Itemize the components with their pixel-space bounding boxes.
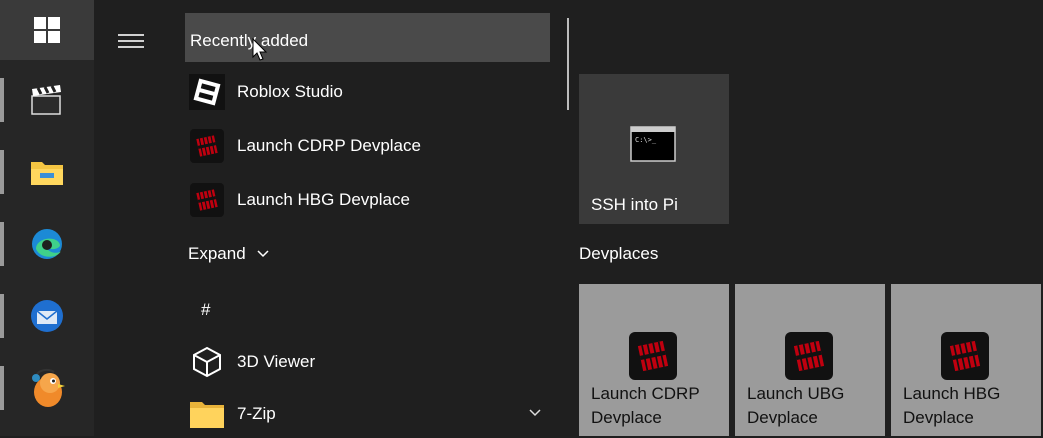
edge-browser-icon bbox=[32, 229, 62, 259]
tile-label-line1: Launch UBG bbox=[747, 384, 845, 403]
bird-app-icon bbox=[32, 368, 65, 407]
list-item-label: 7-Zip bbox=[237, 404, 276, 423]
taskbar bbox=[0, 0, 94, 436]
list-item-label: Roblox Studio bbox=[237, 82, 343, 101]
running-indicator bbox=[0, 150, 4, 194]
list-item-label: Launch HBG Devplace bbox=[237, 190, 410, 209]
roblox-studio-icon bbox=[189, 74, 225, 110]
devplace-icon bbox=[190, 129, 224, 163]
taskbar-pin-video-editor[interactable] bbox=[0, 70, 94, 130]
taskbar-pin-thunderbird[interactable] bbox=[0, 286, 94, 346]
devplace-icon bbox=[785, 332, 833, 380]
tile-label: Launch UBG Devplace bbox=[747, 382, 844, 430]
chevron-down-icon bbox=[257, 250, 269, 258]
list-item-launch-cdrp-devplace[interactable]: Launch CDRP Devplace bbox=[185, 122, 550, 170]
windows-logo-icon bbox=[34, 17, 60, 43]
list-item-roblox-studio[interactable]: Roblox Studio bbox=[185, 68, 550, 116]
tile-ssh-into-pi[interactable]: C:\>_ SSH into Pi bbox=[579, 74, 729, 224]
list-item-label: 3D Viewer bbox=[237, 352, 316, 371]
svg-text:C:\>_: C:\>_ bbox=[635, 136, 657, 144]
tile-label-line2: Devplace bbox=[747, 408, 818, 427]
tile-label-line2: Devplace bbox=[903, 408, 974, 427]
devplace-icon-slot bbox=[189, 182, 225, 218]
tile-label-line1: Launch HBG bbox=[903, 384, 1001, 403]
running-indicator bbox=[0, 78, 4, 122]
file-explorer-icon bbox=[31, 162, 63, 185]
running-indicator bbox=[0, 294, 4, 338]
list-item-3d-viewer[interactable]: 3D Viewer bbox=[185, 338, 550, 386]
chevron-down-icon[interactable] bbox=[528, 408, 542, 418]
expand-button[interactable]: Expand bbox=[188, 244, 270, 264]
tile-group-title[interactable]: Devplaces bbox=[579, 244, 658, 264]
tile-label-line2: Devplace bbox=[591, 408, 662, 427]
taskbar-pin-bird-app[interactable] bbox=[0, 358, 94, 418]
letter-group-header[interactable]: # bbox=[201, 300, 210, 320]
devplace-icon bbox=[941, 332, 989, 380]
list-item-label: Launch CDRP Devplace bbox=[237, 136, 421, 155]
tile-label-line1: Launch CDRP bbox=[591, 384, 700, 403]
cube-icon bbox=[189, 344, 225, 380]
thunderbird-icon bbox=[31, 300, 63, 332]
taskbar-pin-edge[interactable] bbox=[0, 214, 94, 274]
start-button[interactable] bbox=[0, 0, 94, 60]
tile-label: Launch CDRP Devplace bbox=[591, 382, 700, 430]
hamburger-menu-icon[interactable] bbox=[118, 34, 144, 52]
taskbar-pin-file-explorer[interactable] bbox=[0, 142, 94, 202]
tile-launch-cdrp-devplace[interactable]: Launch CDRP Devplace bbox=[579, 284, 729, 436]
list-item-launch-hbg-devplace[interactable]: Launch HBG Devplace bbox=[185, 176, 550, 224]
list-item-7-zip[interactable]: 7-Zip bbox=[185, 390, 550, 438]
section-header-label: Recently added bbox=[190, 31, 309, 50]
tile-launch-hbg-devplace[interactable]: Launch HBG Devplace bbox=[891, 284, 1041, 436]
terminal-icon: C:\>_ bbox=[630, 126, 676, 162]
devplace-icon-slot bbox=[189, 128, 225, 164]
running-indicator bbox=[0, 222, 4, 266]
tile-launch-ubg-devplace[interactable]: Launch UBG Devplace bbox=[735, 284, 885, 436]
tile-label: Launch HBG Devplace bbox=[903, 382, 1000, 430]
tile-label: SSH into Pi bbox=[591, 195, 678, 214]
devplace-icon bbox=[629, 332, 677, 380]
expand-label: Expand bbox=[188, 244, 246, 263]
devplace-icon bbox=[190, 183, 224, 217]
scrollbar[interactable] bbox=[567, 18, 569, 110]
running-indicator bbox=[0, 366, 4, 410]
folder-icon bbox=[189, 396, 225, 432]
mouse-cursor-icon bbox=[252, 38, 268, 61]
clapperboard-app-icon bbox=[31, 85, 61, 115]
